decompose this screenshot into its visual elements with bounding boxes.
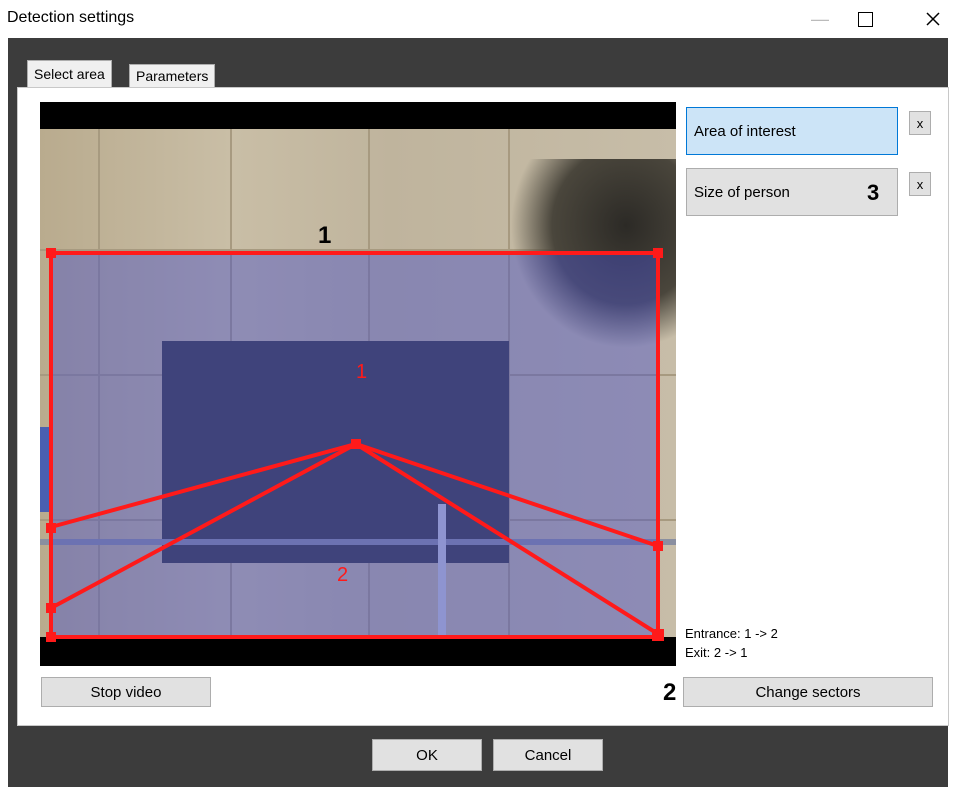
callout-2: 2 — [663, 679, 677, 706]
ok-button[interactable]: OK — [372, 739, 482, 771]
zone-handle[interactable] — [653, 248, 663, 258]
close-button[interactable] — [910, 0, 956, 38]
sector-label-2: 2 — [337, 564, 349, 586]
sector-label-1: 1 — [356, 361, 368, 383]
zone-outline[interactable] — [40, 102, 676, 666]
area-of-interest-label: Area of interest — [694, 122, 796, 140]
cancel-button[interactable]: Cancel — [493, 739, 603, 771]
stop-video-button[interactable]: Stop video — [41, 677, 211, 707]
remove-size-of-person-button[interactable]: x — [909, 172, 931, 196]
zone-handle[interactable] — [46, 248, 56, 258]
zone-handle[interactable] — [46, 523, 56, 533]
ok-label: OK — [416, 746, 438, 764]
zone-handle[interactable] — [351, 439, 361, 449]
zone-handle[interactable] — [652, 629, 664, 641]
exit-info: Exit: 2 -> 1 — [685, 645, 748, 660]
change-sectors-button[interactable]: Change sectors — [683, 677, 933, 707]
tab-label: Select area — [34, 66, 105, 82]
maximize-button[interactable] — [842, 0, 888, 38]
remove-area-of-interest-button[interactable]: x — [909, 111, 931, 135]
tab-parameters[interactable]: Parameters — [129, 64, 216, 88]
tab-label: Parameters — [136, 68, 209, 84]
zone-handle[interactable] — [653, 541, 663, 551]
minimize-button[interactable]: — — [797, 0, 843, 38]
maximize-icon — [857, 11, 873, 27]
cancel-label: Cancel — [524, 746, 572, 764]
zone-handle[interactable] — [46, 603, 56, 613]
video-preview[interactable]: 1 2 — [40, 102, 676, 666]
callout-3: 3 — [867, 180, 880, 205]
area-of-interest-button[interactable]: Area of interest — [686, 107, 898, 155]
entrance-info: Entrance: 1 -> 2 — [685, 626, 778, 641]
zone-handle[interactable] — [46, 632, 56, 642]
tab-select-area[interactable]: Select area — [27, 60, 112, 87]
stop-video-label: Stop video — [90, 683, 162, 701]
size-of-person-label: Size of person — [694, 183, 790, 201]
callout-1: 1 — [318, 222, 332, 249]
window-title: Detection settings — [7, 9, 135, 26]
remove-label: x — [916, 115, 924, 131]
change-sectors-label: Change sectors — [755, 683, 861, 701]
minimize-icon: — — [811, 8, 829, 29]
remove-label: x — [916, 176, 924, 192]
title-bar: Detection settings — — [0, 0, 956, 38]
close-icon — [926, 12, 940, 26]
